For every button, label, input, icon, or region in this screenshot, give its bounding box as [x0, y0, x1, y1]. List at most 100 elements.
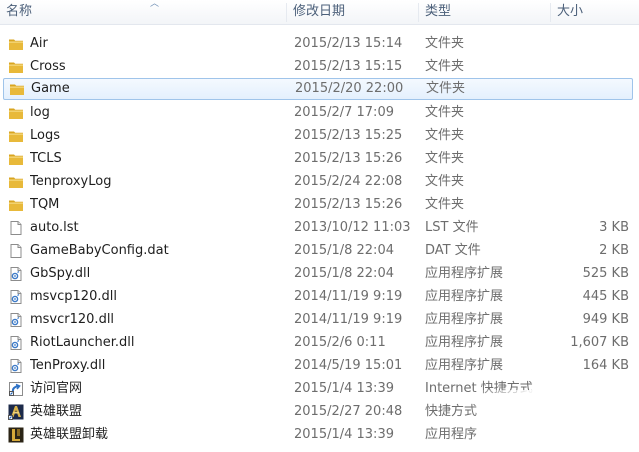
- file-name: auto.lst: [30, 220, 79, 235]
- file-modified-date: 2015/2/13 15:15: [294, 59, 403, 74]
- file-name: RiotLauncher.dll: [30, 335, 135, 350]
- file-type: 应用程序扩展: [425, 266, 504, 281]
- folder-row[interactable]: log 2015/2/7 17:09 文件夹: [0, 102, 639, 124]
- file-name: TenproxyLog: [30, 174, 112, 189]
- file-modified-date: 2015/2/13 15:14: [294, 36, 403, 51]
- file-type: 应用程序扩展: [425, 358, 504, 373]
- sort-ascending-icon: ︿: [150, 0, 160, 9]
- file-modified-date: 2013/10/12 11:03: [294, 220, 411, 235]
- folder-row[interactable]: TenproxyLog 2015/2/24 22:08 文件夹: [0, 171, 639, 193]
- file-name: Game: [31, 81, 70, 96]
- folder-icon: [8, 174, 24, 190]
- file-size: 525 KB: [582, 266, 629, 281]
- column-header-modified[interactable]: 修改日期: [287, 0, 418, 24]
- file-type: LST 文件: [425, 220, 479, 235]
- file-row[interactable]: TenProxy.dll 2014/5/19 15:01 应用程序扩展 164 KB: [0, 355, 639, 377]
- column-header-bar: 名称 ︿ 修改日期 类型 大小: [0, 0, 639, 25]
- file-row[interactable]: msvcp120.dll 2014/11/19 9:19 应用程序扩展 445 KB: [0, 286, 639, 308]
- file-type: 文件夹: [425, 197, 465, 212]
- folder-icon: [8, 36, 24, 52]
- file-type: DAT 文件: [425, 243, 481, 258]
- file-modified-date: 2015/1/8 22:04: [294, 243, 394, 258]
- file-name: TCLS: [30, 151, 62, 166]
- file-modified-date: 2015/2/20 22:00: [295, 81, 404, 96]
- file-modified-date: 2015/2/13 15:25: [294, 128, 403, 143]
- file-type: 文件夹: [425, 174, 465, 189]
- file-size: 3 KB: [599, 220, 629, 235]
- folder-row[interactable]: TCLS 2015/2/13 15:26 文件夹: [0, 148, 639, 170]
- file-icon: [8, 220, 24, 236]
- file-name: 访问官网: [30, 381, 83, 396]
- file-row[interactable]: GbSpy.dll 2015/1/8 22:04 应用程序扩展 525 KB: [0, 263, 639, 285]
- file-size: 164 KB: [582, 358, 629, 373]
- file-row[interactable]: auto.lst 2013/10/12 11:03 LST 文件 3 KB: [0, 217, 639, 239]
- column-header-type[interactable]: 类型: [419, 0, 550, 24]
- file-size: 949 KB: [582, 312, 629, 327]
- column-header-type-label: 类型: [425, 4, 452, 19]
- file-size: 445 KB: [582, 289, 629, 304]
- file-type: 快捷方式: [425, 404, 478, 419]
- internet-shortcut-icon: [8, 381, 24, 397]
- file-size: 1,607 KB: [570, 335, 629, 350]
- folder-row[interactable]: Air 2015/2/13 15:14 文件夹: [0, 33, 639, 55]
- folder-row[interactable]: Game 2015/2/20 22:00 文件夹: [3, 78, 633, 100]
- column-header-name[interactable]: 名称: [0, 0, 285, 24]
- file-name: log: [30, 105, 50, 120]
- file-type: 文件夹: [425, 105, 465, 120]
- dll-icon: [8, 289, 24, 305]
- file-name: GbSpy.dll: [30, 266, 91, 281]
- file-modified-date: 2014/11/19 9:19: [294, 289, 403, 304]
- column-header-size[interactable]: 大小: [551, 0, 639, 24]
- file-name: TenProxy.dll: [30, 358, 106, 373]
- column-header-modified-label: 修改日期: [293, 4, 346, 19]
- column-header-name-label: 名称: [6, 4, 33, 19]
- file-icon: [8, 243, 24, 259]
- file-name: 英雄联盟: [30, 404, 83, 419]
- game-shortcut-icon: [8, 404, 24, 420]
- file-modified-date: 2015/2/6 0:11: [294, 335, 386, 350]
- folder-icon: [8, 128, 24, 144]
- file-name: GameBabyConfig.dat: [30, 243, 169, 258]
- folder-row[interactable]: TQM 2015/2/13 15:26 文件夹: [0, 194, 639, 216]
- file-type: 文件夹: [425, 128, 465, 143]
- dll-icon: [8, 335, 24, 351]
- file-modified-date: 2015/1/4 13:39: [294, 381, 394, 396]
- file-row[interactable]: msvcr120.dll 2014/11/19 9:19 应用程序扩展 949 KB: [0, 309, 639, 331]
- file-row[interactable]: 英雄联盟 2015/2/27 20:48 快捷方式: [0, 401, 639, 423]
- file-type: Internet 快捷方式: [425, 381, 533, 396]
- dll-icon: [8, 266, 24, 282]
- file-modified-date: 2015/2/27 20:48: [294, 404, 403, 419]
- folder-row[interactable]: Logs 2015/2/13 15:25 文件夹: [0, 125, 639, 147]
- file-row[interactable]: GameBabyConfig.dat 2015/1/8 22:04 DAT 文件 2 …: [0, 240, 639, 262]
- folder-row[interactable]: Cross 2015/2/13 15:15 文件夹: [0, 56, 639, 78]
- file-name: msvcr120.dll: [30, 312, 115, 327]
- file-modified-date: 2015/2/7 17:09: [294, 105, 394, 120]
- file-name: 英雄联盟卸载: [30, 427, 109, 442]
- file-modified-date: 2015/2/24 22:08: [294, 174, 403, 189]
- folder-icon: [8, 151, 24, 167]
- folder-icon: [8, 59, 24, 75]
- uninstall-app-icon: [8, 427, 24, 443]
- file-type: 文件夹: [425, 36, 465, 51]
- folder-icon: [8, 197, 24, 213]
- file-row[interactable]: RiotLauncher.dll 2015/2/6 0:11 应用程序扩展 1,607…: [0, 332, 639, 354]
- file-name: msvcp120.dll: [30, 289, 117, 304]
- file-type: 文件夹: [426, 81, 466, 96]
- file-modified-date: 2015/1/4 13:39: [294, 427, 394, 442]
- file-size: 2 KB: [599, 243, 629, 258]
- file-row[interactable]: 英雄联盟卸载 2015/1/4 13:39 应用程序: [0, 424, 639, 446]
- file-modified-date: 2014/5/19 15:01: [294, 358, 403, 373]
- file-modified-date: 2014/11/19 9:19: [294, 312, 403, 327]
- file-name: Cross: [30, 59, 66, 74]
- dll-icon: [8, 312, 24, 328]
- file-modified-date: 2015/1/8 22:04: [294, 266, 394, 281]
- file-name: Logs: [30, 128, 60, 143]
- file-type: 文件夹: [425, 59, 465, 74]
- file-type: 应用程序: [425, 427, 478, 442]
- file-type: 应用程序扩展: [425, 335, 504, 350]
- column-header-size-label: 大小: [557, 4, 584, 19]
- file-type: 应用程序扩展: [425, 289, 504, 304]
- folder-icon: [8, 105, 24, 121]
- file-row[interactable]: 访问官网 2015/1/4 13:39 Internet 快捷方式: [0, 378, 639, 400]
- folder-icon: [9, 81, 25, 97]
